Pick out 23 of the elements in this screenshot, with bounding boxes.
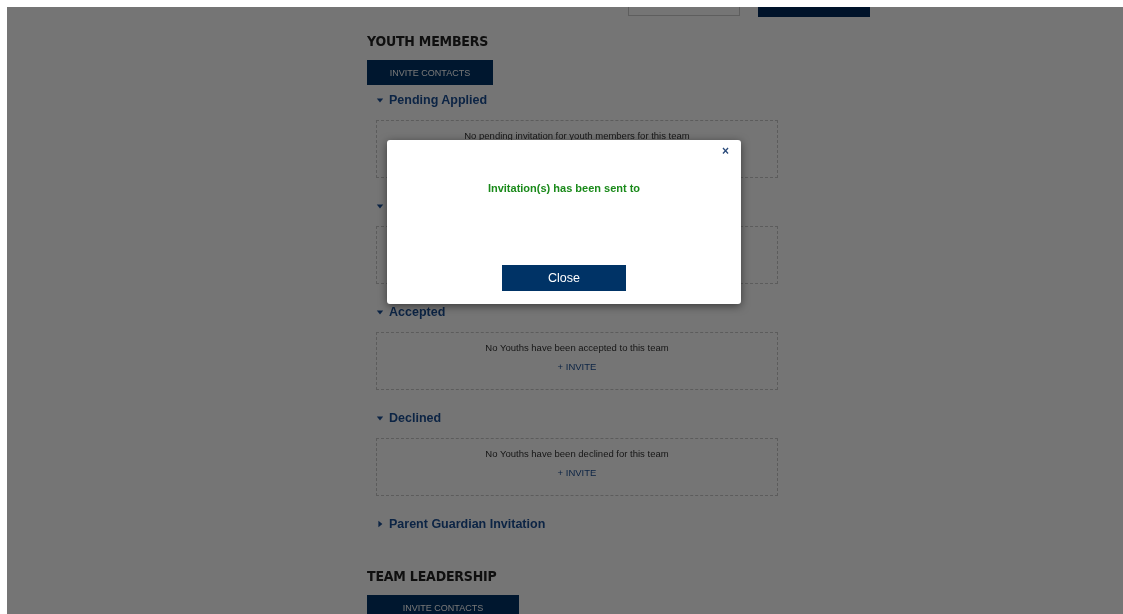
section-toggle[interactable]: Parent Guardian Invitation [376, 516, 778, 532]
empty-message: No Youths have been declined for this team [485, 448, 669, 459]
section-title: YOUTH MEMBERS [367, 33, 490, 49]
caret-down-icon [376, 414, 384, 422]
caret-right-icon [376, 520, 384, 528]
close-button[interactable]: × [722, 144, 729, 158]
section-title: TEAM LEADERSHIP [367, 568, 498, 584]
caret-down-icon [376, 96, 384, 104]
section-toggle[interactable]: Accepted [376, 304, 778, 320]
invite-link[interactable]: + INVITE [557, 467, 597, 478]
button[interactable] [758, 7, 870, 17]
section-toggle[interactable]: Pending Applied [376, 92, 778, 108]
invite-contacts-button[interactable]: INVITE CONTACTS [367, 595, 519, 614]
caret-down-icon [376, 308, 384, 316]
caret-down-icon [376, 202, 384, 210]
invite-link[interactable]: + INVITE [557, 361, 597, 372]
section-toggle[interactable]: Declined [376, 410, 778, 426]
empty-message: No Youths have been accepted to this team [485, 342, 669, 353]
close-button[interactable]: Close [502, 265, 626, 291]
empty-message: No pending invitation for youth members for this team [464, 130, 690, 141]
input-field[interactable] [628, 7, 740, 16]
invite-contacts-button[interactable]: INVITE CONTACTS [367, 60, 493, 85]
success-message: Invitation(s) has been sent to [487, 182, 641, 194]
